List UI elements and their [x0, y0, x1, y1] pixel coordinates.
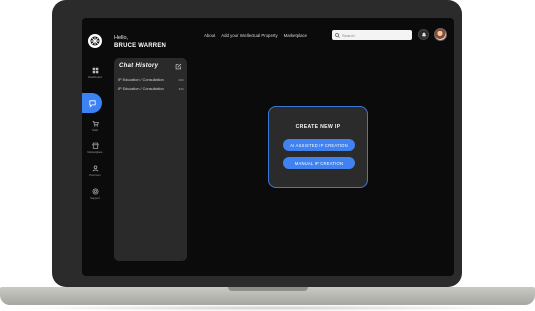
chat-history-panel: Chat History IP Education / Consultation…: [114, 58, 187, 261]
nav-about[interactable]: About: [204, 33, 215, 38]
manual-ip-button[interactable]: MANUAL IP CREATION: [283, 157, 355, 169]
support-icon: [92, 188, 98, 195]
laptop-notch: [228, 287, 308, 291]
app-screen: Hello, BRUCE WARREN About Add your Intel…: [82, 18, 454, 276]
sidebar: Dashboard Sells Marketplace Post Item Su…: [82, 63, 108, 203]
avatar[interactable]: [434, 28, 447, 41]
logo-icon: [90, 36, 100, 46]
laptop-shadow: [10, 305, 525, 311]
app-logo[interactable]: [88, 34, 102, 48]
create-ip-card: CREATE NEW IP AI ASSISTED IP CREATION MA…: [268, 106, 368, 188]
sidebar-item-sells[interactable]: Sells: [82, 120, 108, 132]
greeting-text: Hello,: [114, 35, 129, 41]
chat-item-label: IP Education / Consultation: [118, 86, 164, 91]
sidebar-item-chat[interactable]: [82, 93, 102, 113]
bell-icon: [421, 32, 426, 38]
search-icon: [335, 32, 340, 38]
sidebar-item-label: Post Item: [89, 173, 101, 177]
sidebar-item-label: Sells: [91, 128, 99, 132]
sidebar-item-support[interactable]: Support: [82, 188, 108, 200]
user-icon: [92, 165, 98, 172]
store-icon: [91, 142, 99, 149]
search-input[interactable]: [342, 32, 406, 38]
nav-add-ip[interactable]: Add your Intellectual Property: [221, 33, 277, 38]
chat-icon: [88, 99, 96, 108]
top-nav: About Add your Intellectual Property Mar…: [204, 33, 307, 38]
more-options-icon[interactable]: •••: [179, 77, 184, 82]
sidebar-item-label: Marketplace: [87, 150, 103, 154]
nav-marketplace[interactable]: Marketplace: [284, 33, 307, 38]
create-ip-title: CREATE NEW IP: [295, 124, 341, 130]
chat-history-item[interactable]: IP Education / Consultation •••: [118, 77, 184, 82]
more-options-icon[interactable]: •••: [179, 86, 184, 91]
grid-icon: [92, 67, 98, 74]
chat-history-item[interactable]: IP Education / Consultation •••: [118, 86, 184, 91]
cart-icon: [92, 121, 99, 127]
sidebar-item-marketplace[interactable]: Marketplace: [82, 142, 108, 154]
search-box[interactable]: [332, 30, 412, 40]
notification-button[interactable]: [418, 29, 429, 40]
chat-history-title: Chat History: [119, 63, 159, 69]
sidebar-item-label: Dashboard: [88, 75, 102, 79]
sidebar-item-dashboard[interactable]: Dashboard: [82, 67, 108, 79]
ai-assisted-ip-button[interactable]: AI ASSISTED IP CREATION: [283, 139, 355, 151]
edit-icon[interactable]: [175, 63, 182, 70]
chat-item-label: IP Education / Consultation: [118, 77, 164, 82]
sidebar-item-label: Support: [90, 196, 100, 200]
user-name: BRUCE WARREN: [114, 43, 167, 49]
sidebar-item-post-item[interactable]: Post Item: [82, 165, 108, 177]
